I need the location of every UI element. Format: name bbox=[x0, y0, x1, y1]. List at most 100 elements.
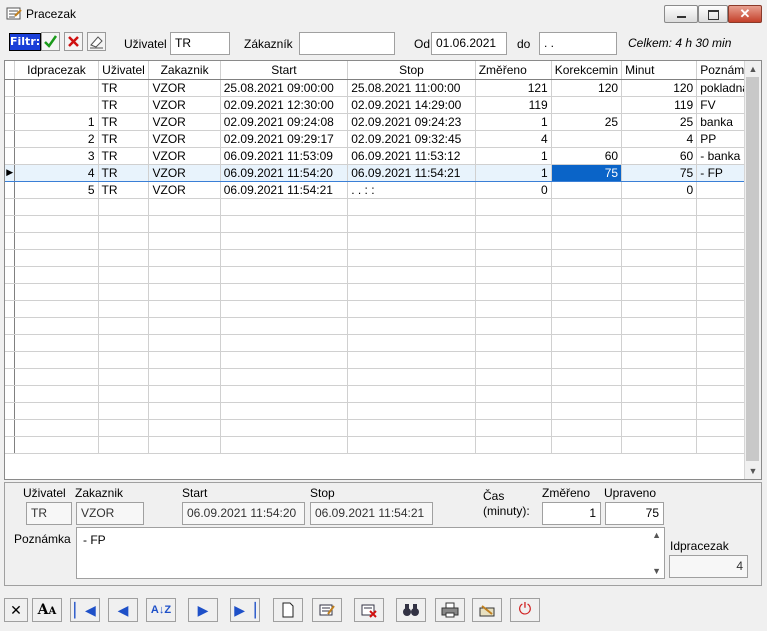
table-cell[interactable]: 25.08.2021 09:00:00 bbox=[220, 79, 349, 97]
table-cell[interactable]: 60 bbox=[621, 147, 698, 165]
table-cell[interactable] bbox=[347, 368, 476, 386]
table-cell[interactable]: 02.09.2021 09:24:23 bbox=[347, 113, 476, 131]
table-cell[interactable] bbox=[347, 334, 476, 352]
tools-button[interactable] bbox=[472, 598, 502, 622]
table-cell[interactable]: TR bbox=[98, 147, 150, 165]
table-cell[interactable]: 120 bbox=[621, 79, 698, 97]
row-indicator[interactable] bbox=[5, 96, 16, 114]
table-cell[interactable] bbox=[551, 96, 623, 114]
empty-row[interactable] bbox=[5, 334, 761, 352]
table-cell[interactable] bbox=[551, 283, 623, 301]
table-cell[interactable] bbox=[148, 215, 221, 233]
table-cell[interactable] bbox=[551, 215, 623, 233]
table-cell[interactable]: 0 bbox=[475, 181, 552, 199]
table-cell[interactable] bbox=[98, 300, 150, 318]
table-cell[interactable] bbox=[621, 215, 698, 233]
column-header[interactable]: Stop bbox=[347, 61, 476, 80]
empty-row[interactable] bbox=[5, 215, 761, 233]
row-indicator[interactable] bbox=[5, 419, 16, 437]
table-cell[interactable] bbox=[98, 215, 150, 233]
table-cell[interactable] bbox=[148, 402, 221, 420]
table-row[interactable]: 1 TR VZOR 02.09.2021 09:24:08 02.09.2021 09:… bbox=[5, 113, 761, 131]
od-date-input[interactable]: 01.06.2021 bbox=[431, 32, 507, 55]
table-cell[interactable]: 25 bbox=[621, 113, 698, 131]
table-cell[interactable]: 02.09.2021 09:24:08 bbox=[220, 113, 349, 131]
table-cell[interactable] bbox=[475, 283, 552, 301]
table-cell[interactable]: TR bbox=[98, 181, 150, 199]
table-cell[interactable]: TR bbox=[98, 96, 150, 114]
table-cell[interactable] bbox=[98, 266, 150, 284]
close-button[interactable]: ✕ bbox=[728, 5, 762, 23]
empty-row[interactable] bbox=[5, 402, 761, 420]
scroll-up-icon[interactable]: ▲ bbox=[745, 61, 761, 77]
row-indicator[interactable] bbox=[5, 334, 16, 352]
edit-record-button[interactable] bbox=[312, 598, 342, 622]
filter-badge[interactable]: Filtr: bbox=[9, 33, 41, 51]
row-indicator[interactable] bbox=[5, 436, 16, 454]
row-indicator[interactable] bbox=[5, 113, 16, 131]
table-row[interactable]: ▶ 4 TR VZOR 06.09.2021 11:54:20 06.09.2021 11… bbox=[5, 163, 761, 182]
row-indicator[interactable] bbox=[5, 283, 16, 301]
row-indicator[interactable] bbox=[5, 232, 16, 250]
do-date-input[interactable]: . . bbox=[539, 32, 617, 55]
table-cell[interactable] bbox=[551, 198, 623, 216]
table-cell[interactable]: VZOR bbox=[148, 79, 221, 97]
table-cell[interactable] bbox=[148, 368, 221, 386]
table-row[interactable]: TR VZOR 02.09.2021 12:30:00 02.09.2021 14:2… bbox=[5, 96, 761, 114]
table-cell[interactable]: TR bbox=[98, 163, 150, 182]
table-cell[interactable] bbox=[98, 317, 150, 335]
table-cell[interactable] bbox=[14, 385, 99, 403]
table-cell[interactable]: 4 bbox=[475, 130, 552, 148]
column-header[interactable]: Zakaznik bbox=[148, 61, 221, 80]
table-cell[interactable]: . . : : bbox=[347, 181, 476, 199]
table-cell[interactable]: 02.09.2021 09:29:17 bbox=[220, 130, 349, 148]
row-indicator[interactable] bbox=[5, 130, 16, 148]
table-cell[interactable] bbox=[14, 198, 99, 216]
table-cell[interactable] bbox=[148, 419, 221, 437]
row-indicator[interactable] bbox=[5, 368, 16, 386]
row-indicator[interactable] bbox=[5, 385, 16, 403]
empty-row[interactable] bbox=[5, 249, 761, 267]
first-record-button[interactable]: ▏◀ bbox=[70, 598, 100, 622]
table-cell[interactable] bbox=[148, 436, 221, 454]
table-cell[interactable]: VZOR bbox=[148, 130, 221, 148]
table-cell[interactable] bbox=[621, 351, 698, 369]
table-cell[interactable] bbox=[98, 402, 150, 420]
table-cell[interactable] bbox=[14, 300, 99, 318]
table-cell[interactable] bbox=[347, 283, 476, 301]
table-cell[interactable] bbox=[475, 232, 552, 250]
table-cell[interactable]: 1 bbox=[475, 147, 552, 165]
table-cell[interactable] bbox=[551, 334, 623, 352]
table-cell[interactable] bbox=[14, 266, 99, 284]
table-cell[interactable] bbox=[14, 368, 99, 386]
table-cell[interactable]: 0 bbox=[621, 181, 698, 199]
table-cell[interactable]: 75 bbox=[621, 163, 698, 182]
table-cell[interactable] bbox=[148, 351, 221, 369]
table-cell[interactable]: 1 bbox=[14, 113, 99, 131]
table-cell[interactable] bbox=[475, 249, 552, 267]
table-cell[interactable] bbox=[14, 283, 99, 301]
table-cell[interactable]: 1 bbox=[475, 163, 552, 182]
table-cell[interactable] bbox=[621, 249, 698, 267]
table-cell[interactable] bbox=[475, 385, 552, 403]
table-cell[interactable]: 25 bbox=[551, 113, 623, 131]
find-button[interactable] bbox=[396, 598, 426, 622]
column-header[interactable]: Idpracezak bbox=[14, 61, 99, 80]
table-cell[interactable] bbox=[347, 436, 476, 454]
table-cell[interactable]: 06.09.2021 11:53:09 bbox=[220, 147, 349, 165]
zmereno-input[interactable]: 1 bbox=[542, 502, 601, 525]
table-cell[interactable]: 2 bbox=[14, 130, 99, 148]
table-cell[interactable] bbox=[475, 198, 552, 216]
row-indicator[interactable] bbox=[5, 198, 16, 216]
detail-zakaznik-input[interactable]: VZOR bbox=[76, 502, 144, 525]
table-cell[interactable] bbox=[475, 300, 552, 318]
table-cell[interactable] bbox=[220, 283, 349, 301]
empty-row[interactable] bbox=[5, 385, 761, 403]
previous-record-button[interactable]: ◀ bbox=[108, 598, 138, 622]
table-row[interactable]: 2 TR VZOR 02.09.2021 09:29:17 02.09.2021 09:… bbox=[5, 130, 761, 148]
table-cell[interactable]: 1 bbox=[475, 113, 552, 131]
table-cell[interactable] bbox=[475, 334, 552, 352]
column-header[interactable]: Změřeno bbox=[475, 61, 552, 80]
table-cell[interactable] bbox=[148, 385, 221, 403]
empty-row[interactable] bbox=[5, 368, 761, 386]
